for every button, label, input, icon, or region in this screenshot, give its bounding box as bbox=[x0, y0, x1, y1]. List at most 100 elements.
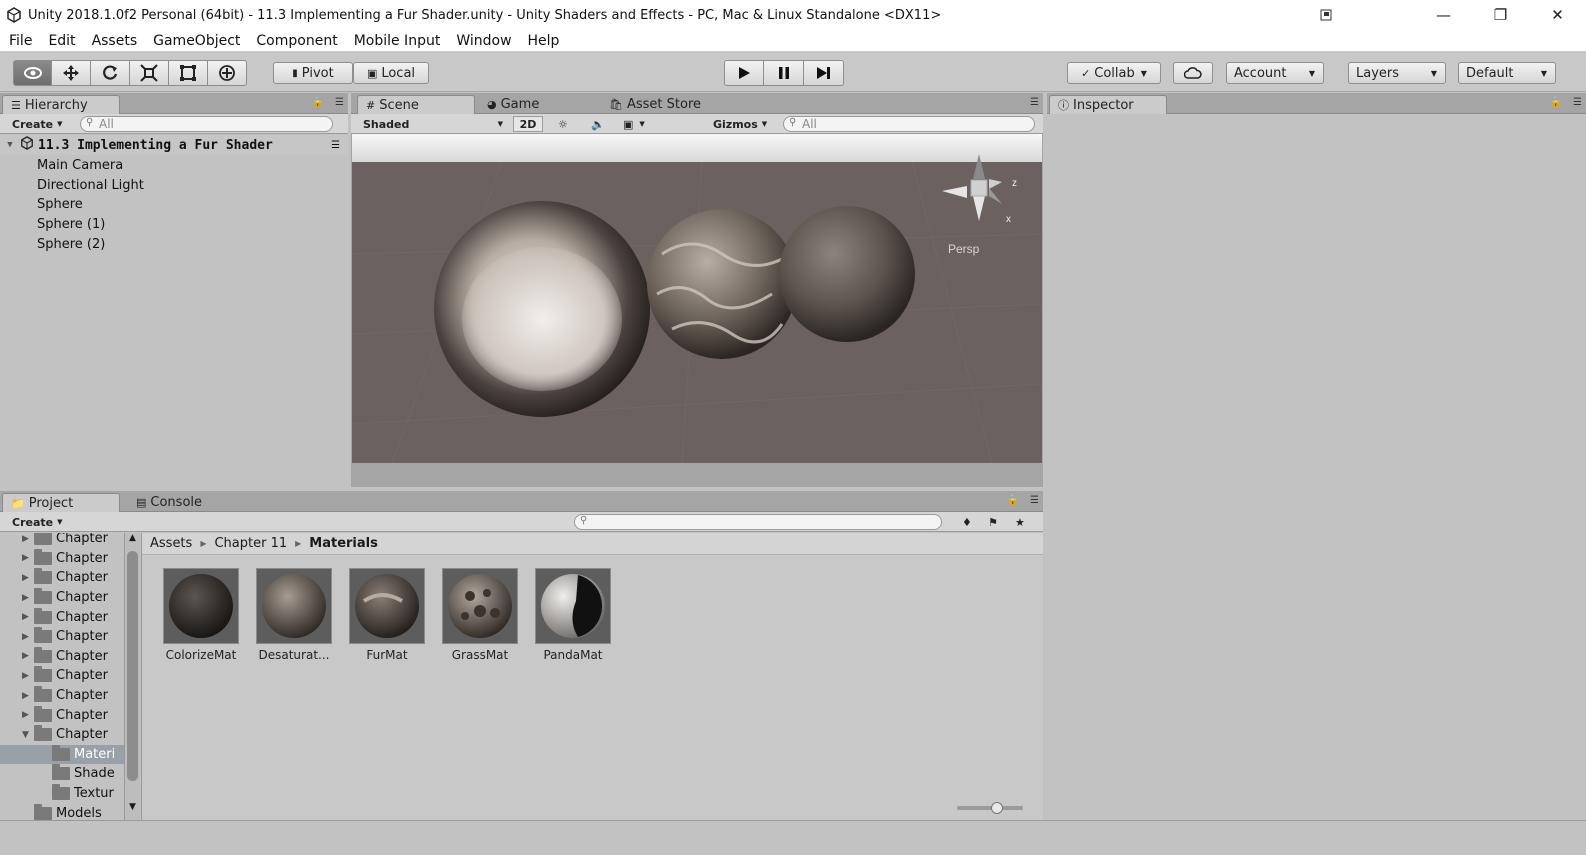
folder-tree-item[interactable]: ▶ Chapter bbox=[0, 533, 124, 549]
folder-tree-item[interactable]: ▼ Chapter bbox=[0, 725, 124, 745]
panel-menu-icon[interactable]: ☰ bbox=[335, 97, 344, 108]
expand-right-arrow-icon[interactable]: ▶ bbox=[22, 553, 34, 563]
hierarchy-create-dropdown[interactable]: Create ▼ bbox=[8, 116, 67, 132]
tab-inspector[interactable]: ⓘ Inspector bbox=[1049, 95, 1167, 114]
hierarchy-search-input[interactable]: ⚲ All bbox=[80, 116, 333, 132]
tab-console[interactable]: ▤ Console bbox=[128, 493, 210, 512]
local-toggle[interactable]: ▣ Local bbox=[353, 62, 429, 84]
scrollbar-thumb[interactable] bbox=[127, 551, 138, 781]
lock-icon[interactable]: 🔒 bbox=[1550, 97, 1562, 108]
folder-tree-item[interactable]: ▶ Chapter bbox=[0, 627, 124, 647]
project-create-dropdown[interactable]: Create ▼ bbox=[8, 514, 67, 530]
hierarchy-item[interactable]: Sphere bbox=[0, 194, 348, 214]
asset-colorizemat[interactable]: ColorizeMat bbox=[161, 568, 241, 662]
folder-tree-item[interactable]: Models bbox=[0, 803, 124, 820]
audio-toggle-speaker-icon[interactable]: 🔈 bbox=[587, 116, 609, 132]
pause-button[interactable] bbox=[764, 60, 804, 86]
expand-right-arrow-icon[interactable]: ▶ bbox=[22, 632, 34, 642]
project-search-input[interactable]: ⚲ bbox=[574, 514, 942, 530]
tab-project[interactable]: 📁 Project bbox=[2, 493, 120, 512]
asset-desaturatemat[interactable]: Desaturat... bbox=[254, 568, 334, 662]
tab-asset-store[interactable]: 🛍 Asset Store bbox=[601, 95, 709, 114]
mode-2d-toggle[interactable]: 2D bbox=[513, 116, 543, 132]
folder-tree-item[interactable]: ▶ Chapter bbox=[0, 646, 124, 667]
panel-menu-icon[interactable]: ☰ bbox=[1573, 97, 1582, 108]
restore-layout-icon[interactable] bbox=[1306, 0, 1346, 30]
minimize-button[interactable]: — bbox=[1415, 0, 1472, 30]
expand-right-arrow-icon[interactable]: ▶ bbox=[22, 651, 34, 661]
filter-by-label-icon[interactable]: ⚑ bbox=[984, 514, 1002, 530]
menu-gameobject[interactable]: GameObject bbox=[145, 30, 248, 52]
scroll-up-arrow-icon[interactable]: ▲ bbox=[125, 533, 140, 547]
menu-assets[interactable]: Assets bbox=[84, 30, 146, 52]
scene-root-row[interactable]: ▼ 11.3 Implementing a Fur Shader ☰ bbox=[0, 135, 348, 155]
menu-file[interactable]: File bbox=[0, 30, 40, 52]
lock-icon[interactable]: 🔒 bbox=[1007, 495, 1019, 506]
asset-grassmat[interactable]: GrassMat bbox=[440, 568, 520, 662]
hierarchy-item[interactable]: Main Camera bbox=[0, 155, 348, 175]
folder-tree-item[interactable]: ▶ Chapter bbox=[0, 548, 124, 569]
layout-dropdown[interactable]: Default ▼ bbox=[1458, 62, 1556, 84]
menu-edit[interactable]: Edit bbox=[40, 30, 83, 52]
expand-right-arrow-icon[interactable]: ▶ bbox=[22, 671, 34, 681]
tab-game[interactable]: ◕ Game bbox=[479, 95, 547, 114]
scroll-down-arrow-icon[interactable]: ▼ bbox=[125, 802, 140, 816]
tab-hierarchy[interactable]: ☰ Hierarchy bbox=[2, 95, 120, 114]
tab-scene[interactable]: # Scene bbox=[357, 95, 475, 114]
panel-menu-icon[interactable]: ☰ bbox=[1030, 495, 1039, 506]
folder-tree-item[interactable]: Shade bbox=[0, 764, 124, 784]
cloud-button[interactable] bbox=[1173, 62, 1213, 84]
folder-tree-item[interactable]: ▶ Chapter bbox=[0, 607, 124, 627]
hierarchy-item[interactable]: Sphere (1) bbox=[0, 214, 348, 234]
folder-tree-item[interactable]: ▶ Chapter bbox=[0, 568, 124, 588]
expand-right-arrow-icon[interactable]: ▶ bbox=[22, 612, 34, 622]
expand-right-arrow-icon[interactable]: ▶ bbox=[22, 534, 34, 544]
filter-by-type-icon[interactable]: ♦ bbox=[958, 514, 976, 530]
effects-image-icon[interactable]: ▣ ▼ bbox=[619, 116, 649, 132]
rotate-tool-icon[interactable] bbox=[91, 60, 130, 86]
expand-right-arrow-icon[interactable]: ▶ bbox=[22, 593, 34, 603]
asset-furmat[interactable]: FurMat bbox=[347, 568, 427, 662]
menu-mobile-input[interactable]: Mobile Input bbox=[346, 30, 449, 52]
scene-viewport[interactable]: z x Persp bbox=[352, 134, 1042, 463]
scene-search-input[interactable]: ⚲ All bbox=[783, 116, 1035, 132]
folder-tree-item[interactable]: ▶ Chapter bbox=[0, 686, 124, 706]
scene-menu-icon[interactable]: ☰ bbox=[331, 140, 340, 151]
shading-mode-dropdown[interactable]: Shaded ▼ bbox=[359, 116, 505, 132]
menu-component[interactable]: Component bbox=[248, 30, 345, 52]
breadcrumb-chapter[interactable]: Chapter 11 bbox=[214, 536, 287, 551]
step-button[interactable] bbox=[804, 60, 844, 86]
account-dropdown[interactable]: Account ▼ bbox=[1226, 62, 1324, 84]
lock-icon[interactable]: 🔒 bbox=[312, 97, 324, 108]
favorite-star-icon[interactable]: ★ bbox=[1011, 514, 1029, 530]
panel-menu-icon[interactable]: ☰ bbox=[1030, 97, 1039, 108]
expand-right-arrow-icon[interactable]: ▶ bbox=[22, 710, 34, 720]
view-tool-eye-icon[interactable] bbox=[13, 60, 52, 86]
folder-tree-item[interactable]: Materi bbox=[0, 744, 124, 765]
menu-help[interactable]: Help bbox=[520, 30, 568, 52]
menu-window[interactable]: Window bbox=[448, 30, 519, 52]
expand-right-arrow-icon[interactable]: ▶ bbox=[22, 691, 34, 701]
folder-tree-item[interactable]: Textur bbox=[0, 784, 124, 804]
folder-tree-item[interactable]: ▶ Chapter bbox=[0, 588, 124, 608]
folder-tree-item[interactable]: ▶ Chapter bbox=[0, 666, 124, 686]
rect-tool-icon[interactable] bbox=[169, 60, 208, 86]
tree-scrollbar[interactable]: ▲ ▼ bbox=[124, 533, 140, 820]
pivot-toggle[interactable]: ▮ Pivot bbox=[273, 62, 353, 84]
close-button[interactable]: ✕ bbox=[1529, 0, 1586, 30]
asset-pandamat[interactable]: PandaMat bbox=[533, 568, 613, 662]
scale-tool-icon[interactable] bbox=[130, 60, 169, 86]
expand-down-arrow-icon[interactable]: ▼ bbox=[22, 730, 34, 740]
transform-tool-icon[interactable] bbox=[208, 60, 247, 86]
persp-label[interactable]: Persp bbox=[948, 242, 980, 256]
hierarchy-item[interactable]: Sphere (2) bbox=[0, 234, 348, 254]
maximize-button[interactable]: ❐ bbox=[1472, 0, 1529, 30]
move-tool-icon[interactable] bbox=[52, 60, 91, 86]
collab-dropdown[interactable]: ✓ Collab ▼ bbox=[1067, 62, 1161, 84]
expand-arrow-icon[interactable]: ▼ bbox=[0, 140, 20, 150]
play-button[interactable] bbox=[724, 60, 764, 86]
folder-tree-item[interactable]: ▶ Chapter bbox=[0, 705, 124, 725]
breadcrumb-assets[interactable]: Assets bbox=[150, 536, 192, 551]
gizmos-dropdown[interactable]: Gizmos ▼ bbox=[709, 116, 771, 132]
breadcrumb-materials[interactable]: Materials bbox=[309, 536, 378, 551]
